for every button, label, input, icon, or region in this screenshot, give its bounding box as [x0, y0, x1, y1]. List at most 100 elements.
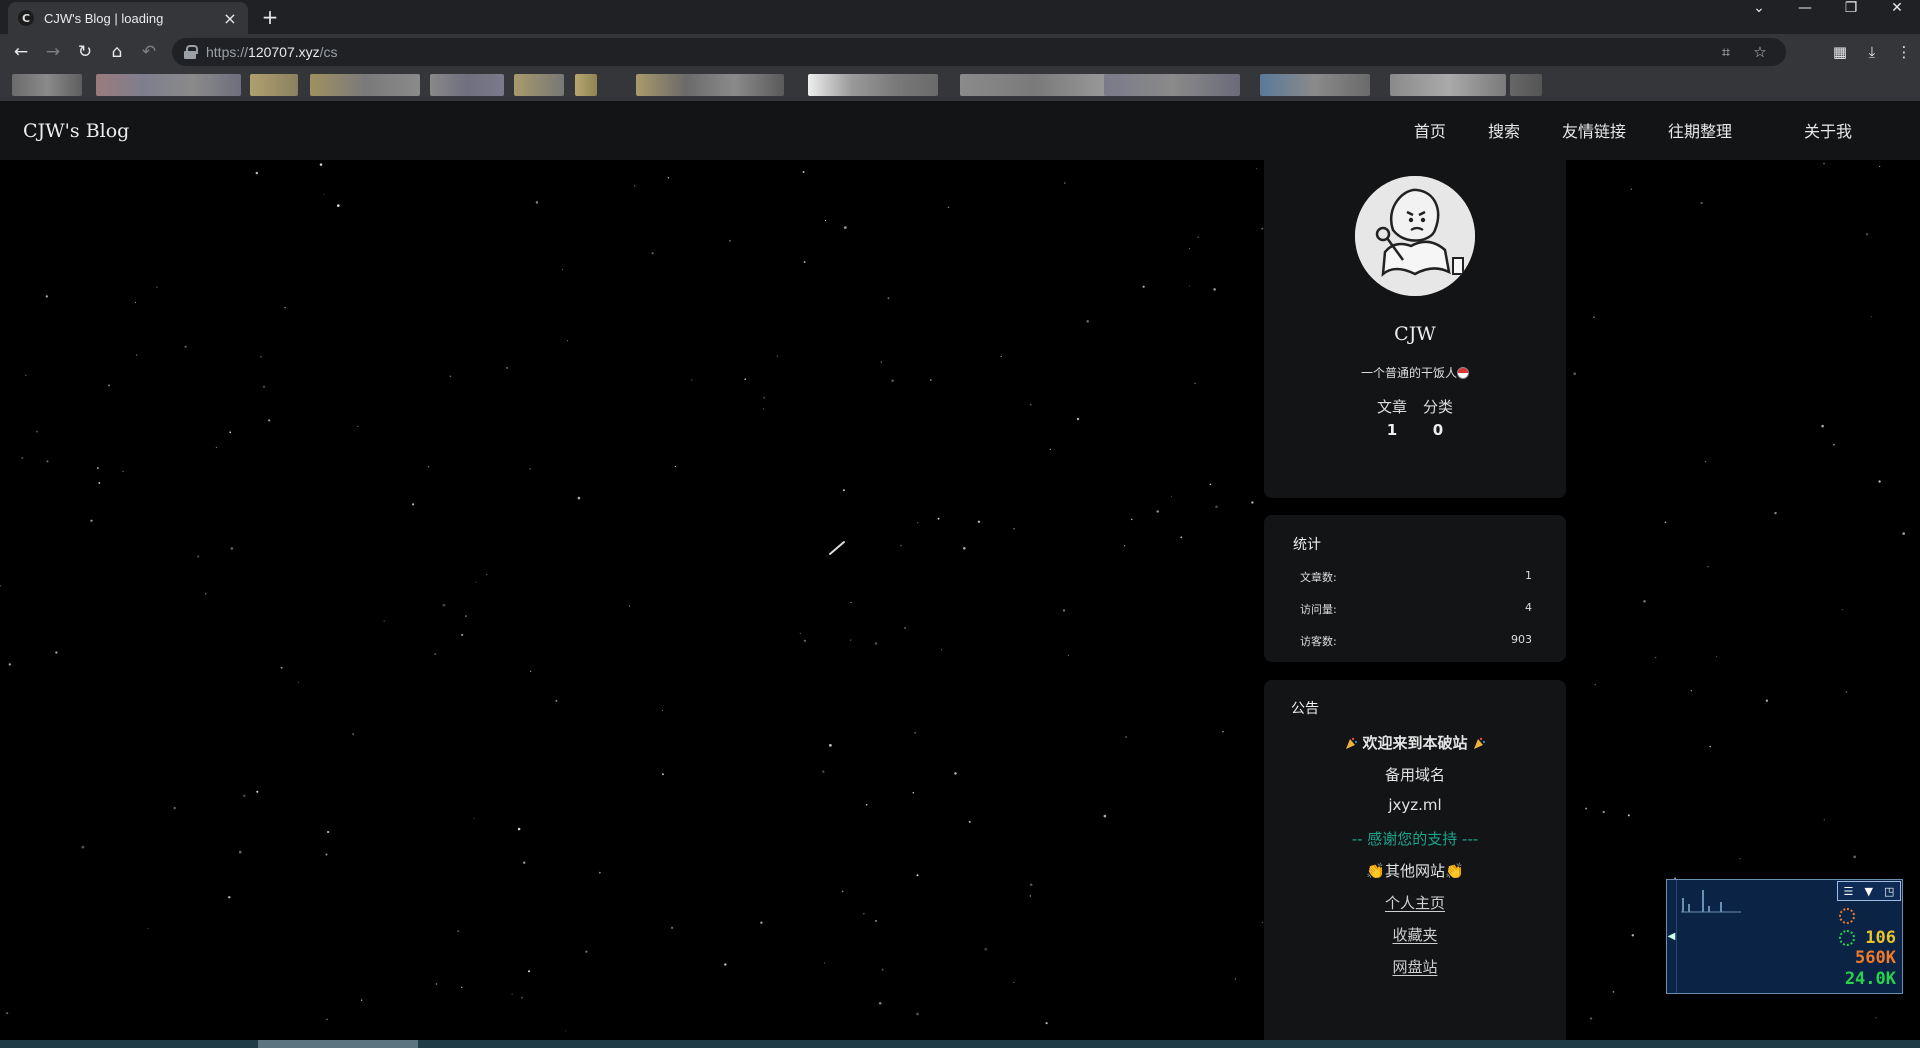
star	[529, 468, 531, 470]
bookmark-item[interactable]	[1104, 74, 1240, 96]
star	[173, 806, 176, 810]
browser-tab[interactable]: C CJW's Blog | loading ×	[8, 2, 248, 34]
chevron-down-icon[interactable]: ▼	[1864, 885, 1872, 898]
star	[25, 374, 27, 377]
star	[555, 699, 558, 702]
bookmark-item[interactable]	[310, 74, 420, 96]
avatar[interactable]	[1355, 176, 1475, 296]
star	[881, 968, 884, 971]
collapse-handle-icon[interactable]: ◀	[1667, 880, 1677, 993]
nav-archives[interactable]: 往期整理	[1668, 118, 1732, 142]
scrollbar-thumb[interactable]	[258, 1040, 418, 1048]
star	[1209, 483, 1212, 486]
party-popper-icon	[1473, 737, 1485, 749]
star	[1821, 424, 1824, 428]
star	[505, 366, 509, 370]
other-sites-line: 👏其他网站👏	[1366, 862, 1464, 880]
bookmark-item[interactable]	[430, 74, 504, 96]
star	[521, 996, 523, 999]
bookmark-star-icon[interactable]: ☆	[1750, 40, 1770, 64]
star	[937, 517, 940, 520]
star	[850, 602, 852, 604]
bookmark-item[interactable]	[250, 74, 298, 96]
menu-icon[interactable]: ⋮	[1892, 40, 1916, 64]
stat-articles[interactable]: 文章 1	[1377, 396, 1407, 439]
favicon-icon: C	[18, 10, 34, 26]
qr-code-icon[interactable]: ⌗	[1716, 40, 1736, 64]
star	[661, 773, 664, 776]
nav-search[interactable]: 搜索	[1488, 118, 1520, 142]
forward-icon[interactable]: →	[41, 40, 65, 64]
traffic-monitor-widget[interactable]: ◀ ☰ ▼ ◳ 106 560K 24.0K	[1666, 879, 1903, 994]
tab-strip: C CJW's Blog | loading × + ⌄ — ❐ ✕	[0, 0, 1920, 34]
bookmark-item[interactable]	[808, 74, 938, 96]
star	[464, 615, 468, 618]
star	[577, 496, 581, 500]
star	[325, 853, 328, 856]
extensions-icon[interactable]: ▦	[1828, 40, 1852, 64]
monitor-value-2: 560K	[1855, 948, 1896, 968]
window-close-button[interactable]: ✕	[1874, 0, 1920, 30]
site-title[interactable]: CJW's Blog	[23, 120, 129, 142]
url-text[interactable]: https://120707.xyz/cs	[206, 44, 338, 60]
restore-button[interactable]: ❐	[1828, 0, 1874, 30]
bookmark-item[interactable]	[575, 74, 597, 96]
undo-icon[interactable]: ↶	[137, 40, 161, 64]
bookmark-item[interactable]	[1260, 74, 1370, 96]
star	[1013, 981, 1015, 984]
nav-home[interactable]: 首页	[1414, 118, 1446, 142]
star	[1739, 858, 1741, 860]
star	[651, 252, 654, 255]
bookmark-item[interactable]	[96, 74, 241, 96]
chevron-down-icon[interactable]: ⌄	[1736, 0, 1782, 30]
star	[1879, 165, 1881, 168]
profile-name: CJW	[1394, 323, 1436, 345]
nav-friend-links[interactable]: 友情链接	[1562, 118, 1626, 142]
star	[1870, 315, 1872, 318]
activity-spinner-icon	[1839, 908, 1855, 924]
star	[156, 286, 158, 288]
backup-domain: jxyz.ml	[1388, 796, 1442, 814]
minimize-button[interactable]: —	[1782, 0, 1828, 30]
star	[912, 792, 915, 794]
star	[81, 845, 85, 849]
star	[460, 986, 463, 989]
download-icon[interactable]: ⤓	[1860, 40, 1884, 64]
star	[842, 489, 845, 492]
home-icon[interactable]: ⌂	[105, 40, 129, 64]
bookmark-item[interactable]	[12, 74, 82, 96]
bookmark-item[interactable]	[1390, 74, 1506, 96]
star	[1627, 814, 1630, 817]
star	[529, 670, 532, 672]
omnibox-actions: ⌗ ☆	[1716, 40, 1770, 64]
star	[874, 919, 878, 922]
stat-categories[interactable]: 分类 0	[1423, 396, 1453, 439]
address-bar[interactable]: https://120707.xyz/cs	[172, 38, 1786, 66]
menu-icon[interactable]: ☰	[1844, 885, 1854, 898]
bookmark-item[interactable]	[960, 74, 1110, 96]
star	[1630, 188, 1632, 190]
bookmark-item[interactable]	[514, 74, 564, 96]
star	[841, 890, 844, 893]
close-icon[interactable]: ×	[222, 9, 238, 28]
star	[1700, 201, 1703, 205]
nav-about[interactable]: 关于我	[1804, 118, 1852, 142]
star	[147, 927, 149, 930]
profile-stats: 文章 1 分类 0	[1264, 396, 1566, 439]
star	[1103, 814, 1107, 818]
star	[947, 206, 950, 209]
star	[891, 379, 894, 382]
bookmark-item[interactable]	[636, 74, 784, 96]
star	[511, 993, 513, 995]
star	[760, 921, 763, 924]
star	[763, 396, 766, 399]
bookmark-item[interactable]	[1510, 74, 1542, 96]
star	[1029, 883, 1033, 886]
minimize-icon[interactable]: ◳	[1884, 885, 1894, 898]
reload-icon[interactable]: ↻	[73, 40, 97, 64]
star	[255, 171, 258, 175]
star	[1631, 934, 1635, 937]
new-tab-button[interactable]: +	[258, 6, 282, 30]
back-icon[interactable]: ←	[9, 40, 33, 64]
starfield-background	[0, 162, 1906, 1032]
